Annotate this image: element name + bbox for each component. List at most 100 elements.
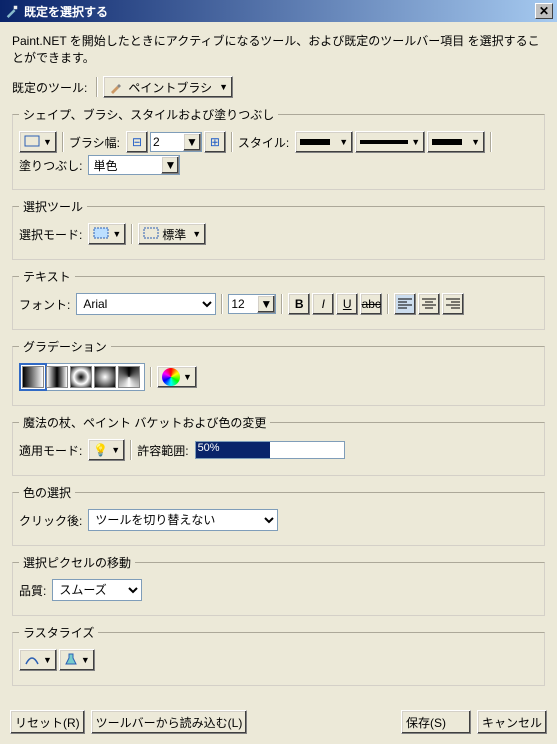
brush-width-combo-arrow[interactable]: ▼ xyxy=(183,133,201,151)
italic-button[interactable]: I xyxy=(312,293,334,315)
gradient-linear-reflected-button[interactable] xyxy=(46,366,68,388)
default-tool-value: ペイントブラシ xyxy=(128,79,212,96)
movesel-group: 選択ピクセルの移動 品質: スムーズ xyxy=(12,554,545,616)
selection-draw-dropdown[interactable]: 標準 ▼ xyxy=(138,223,206,245)
separator xyxy=(96,77,98,97)
quality-label: 品質: xyxy=(19,582,46,599)
underline-button[interactable]: U xyxy=(336,293,358,315)
color-wheel-icon xyxy=(162,368,180,386)
chevron-down-icon: ▼ xyxy=(183,372,192,382)
chevron-down-icon: ▼ xyxy=(164,158,176,172)
quality-select[interactable]: スムーズ xyxy=(52,579,142,601)
underline-icon: U xyxy=(343,297,352,311)
font-select[interactable]: Arial xyxy=(76,293,216,315)
magic-legend: 魔法の杖、ペイント バケットおよび色の変更 xyxy=(19,414,270,431)
colorpick-legend: 色の選択 xyxy=(19,484,75,501)
font-label: フォント: xyxy=(19,296,70,313)
apply-mode-dropdown[interactable]: 💡 ▼ xyxy=(88,439,125,461)
separator xyxy=(62,132,64,152)
shape-tool-dropdown[interactable]: ▼ xyxy=(19,131,57,153)
separator xyxy=(131,224,133,244)
italic-icon: I xyxy=(322,297,325,311)
chevron-down-icon: ▼ xyxy=(112,229,121,239)
movesel-legend: 選択ピクセルの移動 xyxy=(19,554,135,571)
window-title: 既定を選択する xyxy=(24,3,535,20)
save-button[interactable]: 保存(S) xyxy=(401,710,471,734)
line-dash-style[interactable]: ▼ xyxy=(355,131,425,153)
lightbulb-icon: 💡 xyxy=(93,443,108,457)
shape-group: シェイプ、ブラシ、スタイルおよび塗りつぶし ▼ ブラシ幅: ⊟ ▼ ⊞ スタイル… xyxy=(12,106,545,190)
shape-legend: シェイプ、ブラシ、スタイルおよび塗りつぶし xyxy=(19,106,278,123)
brush-width-incr[interactable]: ⊞ xyxy=(204,131,226,153)
antialias-dropdown[interactable]: ▼ xyxy=(19,649,57,671)
align-center-button[interactable] xyxy=(418,293,440,315)
font-size-arrow[interactable]: ▼ xyxy=(257,295,275,313)
minus-icon: ⊟ xyxy=(132,135,142,149)
brush-width-label: ブラシ幅: xyxy=(69,134,120,151)
apply-mode-label: 適用モード: xyxy=(19,442,82,459)
afterclick-select[interactable]: ツールを切り替えない xyxy=(88,509,278,531)
separator xyxy=(231,132,233,152)
gradient-channel-dropdown[interactable]: ▼ xyxy=(157,366,197,388)
strike-button[interactable]: abc xyxy=(360,293,382,315)
selection-mode-dropdown[interactable]: ▼ xyxy=(88,223,126,245)
fill-value: 単色 xyxy=(89,157,121,174)
style-label: スタイル: xyxy=(238,134,289,151)
chevron-down-icon: ▼ xyxy=(111,445,120,455)
line-start-style[interactable]: ▼ xyxy=(295,131,353,153)
colorpick-group: 色の選択 クリック後: ツールを切り替えない xyxy=(12,484,545,546)
selection-legend: 選択ツール xyxy=(19,198,87,215)
tolerance-value: 50% xyxy=(196,442,270,458)
app-icon xyxy=(4,3,20,19)
gradient-radial-button[interactable] xyxy=(94,366,116,388)
gradient-linear-button[interactable] xyxy=(22,366,44,388)
flask-icon xyxy=(64,652,78,669)
chevron-down-icon: ▼ xyxy=(339,137,348,147)
line-end-style[interactable]: ▼ xyxy=(427,131,485,153)
magic-group: 魔法の杖、ペイント バケットおよび色の変更 適用モード: 💡 ▼ 許容範囲: 5… xyxy=(12,414,545,476)
bold-icon: B xyxy=(295,297,304,311)
font-size-input[interactable] xyxy=(229,295,257,313)
rectangle-outline-icon xyxy=(24,135,40,150)
afterclick-label: クリック後: xyxy=(19,512,82,529)
default-tool-label: 既定のツール: xyxy=(12,79,87,96)
line-solid-icon xyxy=(300,137,336,147)
close-button[interactable]: ✕ xyxy=(535,3,553,19)
tolerance-label: 許容範囲: xyxy=(137,442,188,459)
separator xyxy=(150,367,152,387)
align-left-button[interactable] xyxy=(394,293,416,315)
separator xyxy=(490,132,492,152)
align-center-icon xyxy=(422,297,436,312)
paintbrush-icon xyxy=(108,79,124,95)
intro-text: Paint.NET を開始したときにアクティブになるツール、および既定のツールバ… xyxy=(12,32,545,66)
strike-icon: abc xyxy=(362,297,381,311)
raster-group: ラスタライズ ▼ ▼ xyxy=(12,624,545,686)
chevron-down-icon: ▼ xyxy=(192,229,201,239)
load-toolbar-button[interactable]: ツールバーから読み込む(L) xyxy=(91,710,248,734)
cancel-button[interactable]: キャンセル xyxy=(477,710,547,734)
align-right-button[interactable] xyxy=(442,293,464,315)
separator xyxy=(281,294,283,314)
chevron-down-icon: ▼ xyxy=(411,137,420,147)
gradient-diamond-button[interactable] xyxy=(70,366,92,388)
chevron-down-icon: ▼ xyxy=(43,655,52,665)
text-group: テキスト フォント: Arial ▼ B I U abc xyxy=(12,268,545,330)
tolerance-slider[interactable]: 50% xyxy=(195,441,345,459)
chevron-down-icon: ▼ xyxy=(186,135,198,149)
default-tool-dropdown[interactable]: ペイントブラシ ▼ xyxy=(103,76,233,98)
reset-button[interactable]: リセット(R) xyxy=(10,710,85,734)
gradient-legend: グラデーション xyxy=(19,338,111,355)
brush-width-decr[interactable]: ⊟ xyxy=(126,131,148,153)
gradient-conical-button[interactable] xyxy=(118,366,140,388)
chevron-down-icon: ▼ xyxy=(219,82,228,92)
chevron-down-icon: ▼ xyxy=(81,655,90,665)
bold-button[interactable]: B xyxy=(288,293,310,315)
selection-replace-icon xyxy=(93,227,109,242)
selection-mode-label: 選択モード: xyxy=(19,226,82,243)
selection-normal-icon xyxy=(143,227,159,242)
separator xyxy=(130,440,132,460)
separator xyxy=(387,294,389,314)
brush-width-input[interactable] xyxy=(151,133,183,151)
fill-dropdown[interactable]: 単色 ▼ xyxy=(88,155,180,175)
blend-dropdown[interactable]: ▼ xyxy=(59,649,95,671)
